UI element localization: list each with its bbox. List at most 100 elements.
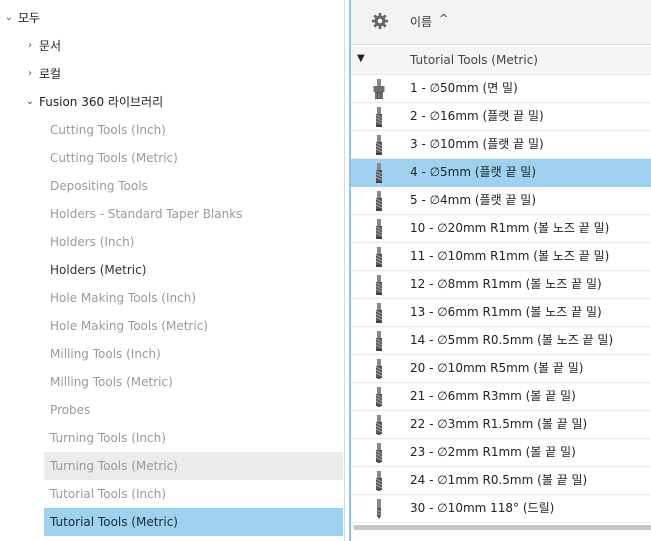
flat-end-mill-icon xyxy=(375,163,383,183)
bull-nose-end-mill-icon xyxy=(375,247,383,267)
library-item[interactable]: Holders (Inch) xyxy=(44,228,343,256)
library-tree: ⌄ 모두 › 문서 › 로컬 ⌄ Fusion 360 라이브러리 Cuttin… xyxy=(0,0,344,541)
library-item-label: Cutting Tools (Metric) xyxy=(50,151,178,165)
library-item[interactable]: Tutorial Tools (Inch) xyxy=(44,480,343,508)
tool-row[interactable]: 13 - ∅6mm R1mm (볼 노즈 끝 밀) xyxy=(351,299,651,327)
tree-item-label: Fusion 360 라이브러리 xyxy=(39,95,164,109)
library-item[interactable]: Cutting Tools (Inch) xyxy=(44,116,343,144)
tool-row[interactable]: 3 - ∅10mm (플랫 끝 밀) xyxy=(351,131,651,159)
library-item-label: Holders (Inch) xyxy=(50,235,135,249)
group-row[interactable]: ▼ Tutorial Tools (Metric) xyxy=(351,46,651,75)
ball-end-mill-icon xyxy=(375,443,383,463)
tool-row[interactable]: 20 - ∅10mm R5mm (볼 끝 밀) xyxy=(351,355,651,383)
chevron-right-icon[interactable]: › xyxy=(24,32,36,60)
library-item[interactable]: Turning Tools (Metric) xyxy=(44,452,343,480)
group-name: Tutorial Tools (Metric) xyxy=(410,53,538,67)
tree-item-fusion-library[interactable]: ⌄ Fusion 360 라이브러리 xyxy=(0,88,344,116)
chevron-down-icon[interactable]: ⌄ xyxy=(24,88,36,116)
library-item-label: Holders (Metric) xyxy=(50,263,147,277)
tool-name: 30 - ∅10mm 118° (드릴) xyxy=(410,501,555,515)
library-item[interactable]: Tutorial Tools (Metric) xyxy=(44,508,343,536)
tool-name: 2 - ∅16mm (플랫 끝 밀) xyxy=(410,109,544,123)
bull-nose-end-mill-icon xyxy=(375,275,383,295)
tree-item-label: 로컬 xyxy=(39,67,62,81)
tool-row[interactable]: 12 - ∅8mm R1mm (볼 노즈 끝 밀) xyxy=(351,271,651,299)
ball-end-mill-icon xyxy=(375,415,383,435)
library-item-label: Turning Tools (Inch) xyxy=(50,431,166,445)
library-item-label: Tutorial Tools (Inch) xyxy=(50,487,167,501)
library-item-label: Hole Making Tools (Inch) xyxy=(50,291,197,305)
gear-icon[interactable] xyxy=(371,12,389,30)
library-item-label: Milling Tools (Metric) xyxy=(50,375,173,389)
tool-name: 1 - ∅50mm (면 밀) xyxy=(410,81,518,95)
face-mill-icon xyxy=(373,79,385,99)
tool-row[interactable]: 2 - ∅16mm (플랫 끝 밀) xyxy=(351,103,651,131)
tool-name: 4 - ∅5mm (플랫 끝 밀) xyxy=(410,165,537,179)
name-column-header[interactable]: 이름 xyxy=(410,13,432,30)
tool-row[interactable]: 14 - ∅5mm R0.5mm (볼 노즈 끝 밀) xyxy=(351,327,651,355)
tool-name: 10 - ∅20mm R1mm (볼 노즈 끝 밀) xyxy=(410,221,610,235)
ball-end-mill-icon xyxy=(375,471,383,491)
tool-row[interactable]: 5 - ∅4mm (플랫 끝 밀) xyxy=(351,187,651,215)
library-item-label: Tutorial Tools (Metric) xyxy=(50,515,178,529)
tool-row[interactable]: 4 - ∅5mm (플랫 끝 밀) xyxy=(351,159,651,187)
library-item-label: Hole Making Tools (Metric) xyxy=(50,319,208,333)
chevron-right-icon[interactable]: › xyxy=(24,60,36,88)
flat-end-mill-icon xyxy=(375,107,383,127)
ball-end-mill-icon xyxy=(375,359,383,379)
library-item[interactable]: Milling Tools (Inch) xyxy=(44,340,343,368)
tool-name: 12 - ∅8mm R1mm (볼 노즈 끝 밀) xyxy=(410,277,602,291)
tool-row[interactable]: 10 - ∅20mm R1mm (볼 노즈 끝 밀) xyxy=(351,215,651,243)
bull-nose-end-mill-icon xyxy=(375,219,383,239)
caret-down-icon[interactable]: ▼ xyxy=(357,53,365,64)
tree-item-all[interactable]: ⌄ 모두 xyxy=(0,4,344,32)
library-item[interactable]: Probes xyxy=(44,396,343,424)
drill-icon xyxy=(376,499,382,519)
tree-item-label: 모두 xyxy=(18,11,41,25)
library-item-label: Milling Tools (Inch) xyxy=(50,347,161,361)
sort-ascending-icon[interactable]: ^ xyxy=(439,12,448,25)
list-header: 이름 ^ xyxy=(351,0,651,45)
bull-nose-end-mill-icon xyxy=(375,331,383,351)
tool-name: 14 - ∅5mm R0.5mm (볼 노즈 끝 밀) xyxy=(410,333,614,347)
library-item-label: Cutting Tools (Inch) xyxy=(50,123,166,137)
flat-end-mill-icon xyxy=(375,191,383,211)
tree-item-documents[interactable]: › 문서 xyxy=(0,32,344,60)
chevron-down-icon[interactable]: ⌄ xyxy=(3,4,15,32)
library-item[interactable]: Holders (Metric) xyxy=(44,256,343,284)
tool-row[interactable]: 30 - ∅10mm 118° (드릴) xyxy=(351,495,651,523)
tool-name: 5 - ∅4mm (플랫 끝 밀) xyxy=(410,193,537,207)
tool-row[interactable]: 23 - ∅2mm R1mm (볼 끝 밀) xyxy=(351,439,651,467)
horizontal-scrollbar[interactable] xyxy=(353,525,651,530)
tool-row[interactable]: 22 - ∅3mm R1.5mm (볼 끝 밀) xyxy=(351,411,651,439)
library-item-label: Turning Tools (Metric) xyxy=(50,459,178,473)
tool-name: 20 - ∅10mm R5mm (볼 끝 밀) xyxy=(410,361,584,375)
tool-row[interactable]: 1 - ∅50mm (면 밀) xyxy=(351,75,651,103)
library-item[interactable]: Cutting Tools (Metric) xyxy=(44,144,343,172)
tool-row[interactable]: 11 - ∅10mm R1mm (볼 노즈 끝 밀) xyxy=(351,243,651,271)
tool-row[interactable]: 24 - ∅1mm R0.5mm (볼 끝 밀) xyxy=(351,467,651,495)
tool-list-panel: 이름 ^ ▼ Tutorial Tools (Metric) 1 - ∅50mm… xyxy=(349,0,651,541)
library-item[interactable]: Turning Tools (Inch) xyxy=(44,424,343,452)
library-item[interactable]: Holders - Standard Taper Blanks xyxy=(44,200,343,228)
tool-row[interactable]: 21 - ∅6mm R3mm (볼 끝 밀) xyxy=(351,383,651,411)
tool-name: 21 - ∅6mm R3mm (볼 끝 밀) xyxy=(410,389,576,403)
tool-name: 24 - ∅1mm R0.5mm (볼 끝 밀) xyxy=(410,473,588,487)
tool-name: 22 - ∅3mm R1.5mm (볼 끝 밀) xyxy=(410,417,588,431)
tool-name: 11 - ∅10mm R1mm (볼 노즈 끝 밀) xyxy=(410,249,610,263)
tree-item-local[interactable]: › 로컬 xyxy=(0,60,344,88)
tree-item-label: 문서 xyxy=(39,39,62,53)
library-item[interactable]: Hole Making Tools (Metric) xyxy=(44,312,343,340)
library-item[interactable]: Milling Tools (Metric) xyxy=(44,368,343,396)
library-item[interactable]: Depositing Tools xyxy=(44,172,343,200)
bull-nose-end-mill-icon xyxy=(375,303,383,323)
tool-name: 13 - ∅6mm R1mm (볼 노즈 끝 밀) xyxy=(410,305,602,319)
tool-name: 3 - ∅10mm (플랫 끝 밀) xyxy=(410,137,544,151)
flat-end-mill-icon xyxy=(375,135,383,155)
ball-end-mill-icon xyxy=(375,387,383,407)
library-item-label: Holders - Standard Taper Blanks xyxy=(50,207,243,221)
library-item[interactable]: Hole Making Tools (Inch) xyxy=(44,284,343,312)
library-item-label: Probes xyxy=(50,403,91,417)
tool-name: 23 - ∅2mm R1mm (볼 끝 밀) xyxy=(410,445,576,459)
library-item-label: Depositing Tools xyxy=(50,179,148,193)
